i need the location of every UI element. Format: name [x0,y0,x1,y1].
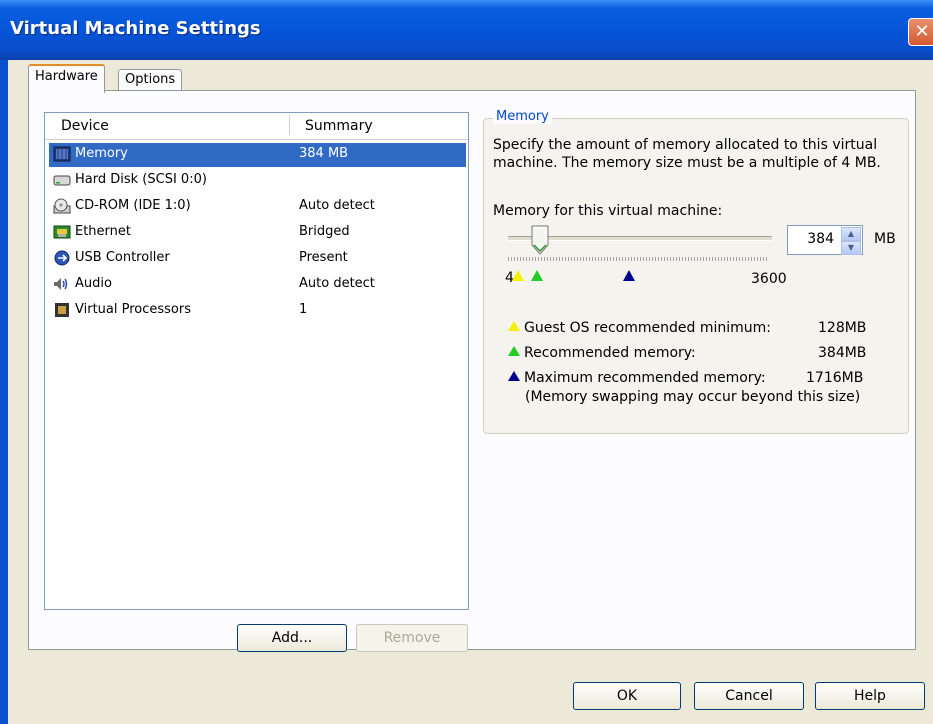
yellow-triangle-icon [508,321,520,331]
device-row-memory[interactable]: Memory 384 MB [49,143,466,167]
tab-hardware[interactable]: Hardware [28,64,105,93]
device-name: Audio [75,276,112,291]
column-header-summary[interactable]: Summary [305,118,373,134]
memory-description: Specify the amount of memory allocated t… [493,137,881,171]
memory-icon [53,146,71,162]
legend-maximum: Maximum recommended memory: [508,370,766,386]
device-summary: Auto detect [299,198,375,213]
device-summary: Present [299,250,348,265]
close-icon[interactable]: ✕ [908,18,933,46]
device-name: Ethernet [75,224,131,239]
device-row-hard-disk[interactable]: Hard Disk (SCSI 0:0) [49,169,466,193]
window-title: Virtual Machine Settings [10,18,261,39]
device-row-audio[interactable]: Audio Auto detect [49,273,466,297]
add-button[interactable]: Add... [237,624,347,652]
hard-disk-icon [53,172,71,188]
memory-slider-thumb[interactable] [530,225,550,255]
help-button[interactable]: Help [815,682,925,710]
memory-spinner[interactable]: ▲ ▼ [841,227,861,255]
memory-group-title: Memory [493,109,552,124]
ethernet-icon [53,224,71,240]
recommended-marker [531,270,543,281]
device-name: Virtual Processors [75,302,191,317]
list-header: Device Summary [45,113,468,140]
memory-unit: MB [874,231,896,247]
cancel-button[interactable]: Cancel [694,682,804,710]
device-name: CD-ROM (IDE 1:0) [75,198,191,213]
swap-note: (Memory swapping may occur beyond this s… [525,389,861,405]
remove-button[interactable]: Remove [356,624,468,652]
legend-guest-minimum-text: Guest OS recommended minimum: [524,320,772,336]
memory-slider-ticks [508,257,768,261]
guest-minimum-marker [512,270,524,281]
legend-guest-minimum: Guest OS recommended minimum: [508,320,771,336]
device-summary: 384 MB [299,146,349,161]
device-row-processors[interactable]: Virtual Processors 1 [49,299,466,323]
device-summary: Auto detect [299,276,375,291]
legend-recommended-text: Recommended memory: [524,345,696,361]
device-row-cdrom[interactable]: CD-ROM (IDE 1:0) Auto detect [49,195,466,219]
column-header-device[interactable]: Device [61,118,109,134]
spin-up-icon[interactable]: ▲ [841,227,861,241]
device-row-usb[interactable]: USB Controller Present [49,247,466,271]
usb-icon [53,250,71,266]
device-summary: 1 [299,302,308,317]
slider-max-label: 3600 [751,271,787,287]
memory-size-input[interactable]: 384 ▲ ▼ [787,225,863,255]
memory-size-value[interactable]: 384 [807,231,834,247]
legend-recommended: Recommended memory: [508,345,696,361]
maximum-recommended-marker [623,270,635,281]
device-name: USB Controller [75,250,170,265]
audio-icon [53,276,71,292]
green-triangle-icon [508,346,520,356]
cdrom-icon [53,198,71,214]
title-bar: Virtual Machine Settings ✕ [0,0,933,60]
device-list[interactable]: Device Summary Memory 384 MB Hard Disk (… [44,112,469,610]
ok-button[interactable]: OK [573,682,681,710]
spin-down-icon[interactable]: ▼ [841,241,861,255]
blue-triangle-icon [508,371,520,381]
legend-maximum-text: Maximum recommended memory: [524,370,766,386]
device-name: Hard Disk (SCSI 0:0) [75,172,207,187]
device-row-ethernet[interactable]: Ethernet Bridged [49,221,466,245]
device-name: Memory [75,146,128,161]
legend-maximum-value: 1716MB [806,370,864,386]
processor-icon [53,302,71,318]
device-summary: Bridged [299,224,350,239]
legend-guest-minimum-value: 128MB [818,320,867,336]
column-divider[interactable] [289,115,290,135]
tab-options[interactable]: Options [118,69,183,92]
legend-recommended-value: 384MB [818,345,867,361]
memory-field-label: Memory for this virtual machine: [493,203,723,219]
